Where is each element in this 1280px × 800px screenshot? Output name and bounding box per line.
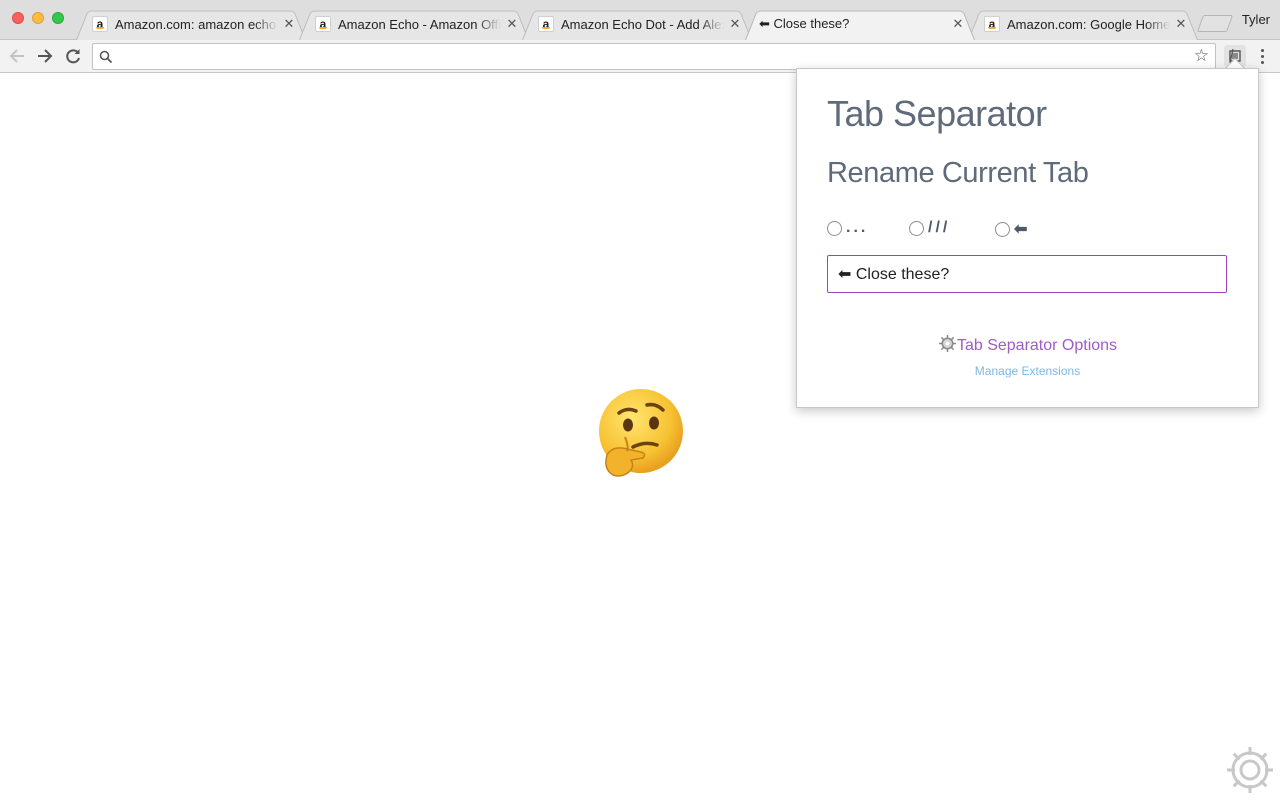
window-maximize-button[interactable] xyxy=(52,12,64,24)
popup-title: Tab Separator xyxy=(827,93,1047,134)
amazon-favicon-icon: a xyxy=(315,16,331,32)
tab-amazon-echo[interactable]: a Amazon.com: amazon echo ✕ xyxy=(76,7,306,40)
tab-title: Amazon Echo - Amazon Official Site xyxy=(338,16,501,32)
tab-title: Amazon.com: Google Home: Google xyxy=(1007,16,1170,32)
amazon-favicon-icon: a xyxy=(92,16,108,32)
separator-radio-group: ... /// ⬅ xyxy=(827,219,1087,239)
kebab-menu-icon[interactable] xyxy=(1255,45,1269,67)
popup-subtitle: Rename Current Tab xyxy=(827,157,1089,189)
radio-arrow[interactable]: ⬅ xyxy=(995,219,1030,239)
radio-circle[interactable] xyxy=(827,220,842,236)
title-bar: a Amazon.com: amazon echo ✕ a Amazon Ech… xyxy=(0,0,1280,40)
options-link-label[interactable]: Tab Separator Options xyxy=(957,337,1117,354)
radio-label: ... xyxy=(846,219,869,236)
tab-close-icon[interactable]: ✕ xyxy=(282,16,296,32)
tab-close-icon[interactable]: ✕ xyxy=(505,16,519,32)
search-icon xyxy=(99,50,113,64)
window-close-button[interactable] xyxy=(12,12,24,24)
tab-title: Amazon Echo Dot - Add Alexa xyxy=(561,16,724,32)
tab-close-icon[interactable]: ✕ xyxy=(1174,16,1188,32)
address-bar[interactable]: ☆ xyxy=(92,43,1216,70)
forward-arrow-icon[interactable] xyxy=(34,45,56,67)
radio-label: /// xyxy=(928,219,951,236)
tab-close-these[interactable]: ⬅ Close these? ✕ xyxy=(745,7,975,40)
tab-amazon-echo-official[interactable]: a Amazon Echo - Amazon Official Site ✕ xyxy=(299,7,529,40)
profile-name[interactable]: Tyler xyxy=(1242,12,1270,27)
radio-circle[interactable] xyxy=(909,220,924,236)
options-link[interactable]: Tab Separator Options xyxy=(797,334,1258,355)
radio-slashes[interactable]: /// xyxy=(909,219,950,237)
tab-close-icon[interactable]: ✕ xyxy=(728,16,742,32)
tab-close-icon[interactable]: ✕ xyxy=(951,16,965,32)
thinking-face-icon xyxy=(599,389,683,477)
window-minimize-button[interactable] xyxy=(32,12,44,24)
reload-icon[interactable] xyxy=(62,45,84,67)
radio-label: ⬅ xyxy=(1014,221,1031,238)
amazon-favicon-icon: a xyxy=(538,16,554,32)
star-icon[interactable]: ☆ xyxy=(1194,46,1209,66)
tab-title: Amazon.com: amazon echo xyxy=(115,16,277,32)
back-arrow-icon[interactable] xyxy=(6,45,28,67)
rename-tab-input[interactable] xyxy=(827,255,1227,293)
radio-circle[interactable] xyxy=(995,221,1010,237)
address-input[interactable] xyxy=(119,47,1185,66)
tab-title: ⬅ Close these? xyxy=(759,16,850,31)
gear-icon[interactable] xyxy=(1224,744,1276,796)
gear-icon xyxy=(938,334,957,353)
radio-dots[interactable]: ... xyxy=(827,219,868,237)
tab-separator-popup: Tab Separator Rename Current Tab ... ///… xyxy=(796,68,1259,408)
new-tab-button[interactable] xyxy=(1196,15,1234,32)
amazon-favicon-icon: a xyxy=(984,16,1000,32)
tab-google-home[interactable]: a Amazon.com: Google Home: Google ✕ xyxy=(968,7,1198,40)
manage-extensions-link[interactable]: Manage Extensions xyxy=(797,364,1258,378)
tab-amazon-echo-dot[interactable]: a Amazon Echo Dot - Add Alexa ✕ xyxy=(522,7,752,40)
